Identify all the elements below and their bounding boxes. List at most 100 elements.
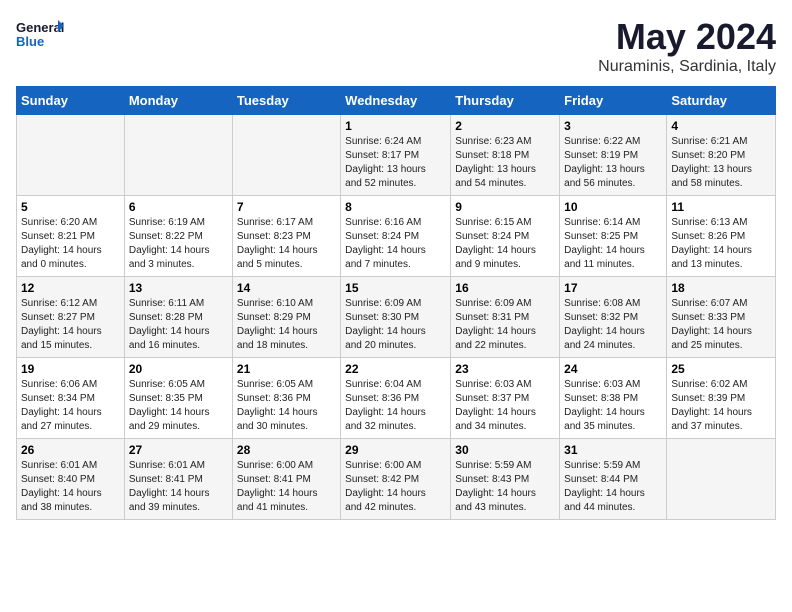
- calendar-cell: 20 Sunrise: 6:05 AMSunset: 8:35 PMDayligh…: [124, 358, 232, 439]
- day-info: Sunrise: 6:09 AMSunset: 8:30 PMDaylight:…: [345, 297, 446, 353]
- calendar-week-row: 26 Sunrise: 6:01 AMSunset: 8:40 PMDayligh…: [17, 439, 776, 520]
- day-info: Sunrise: 6:00 AMSunset: 8:42 PMDaylight:…: [345, 459, 446, 515]
- day-info: Sunrise: 6:10 AMSunset: 8:29 PMDaylight:…: [237, 297, 336, 353]
- day-info: Sunrise: 6:19 AMSunset: 8:22 PMDaylight:…: [129, 216, 228, 272]
- calendar-cell: 11 Sunrise: 6:13 AMSunset: 8:26 PMDayligh…: [667, 196, 776, 277]
- calendar-cell: 18 Sunrise: 6:07 AMSunset: 8:33 PMDayligh…: [667, 277, 776, 358]
- day-number: 14: [237, 281, 336, 295]
- day-number: 12: [21, 281, 120, 295]
- day-number: 15: [345, 281, 446, 295]
- weekday-header: Thursday: [451, 87, 560, 115]
- weekday-header: Friday: [560, 87, 667, 115]
- calendar-cell: 10 Sunrise: 6:14 AMSunset: 8:25 PMDayligh…: [560, 196, 667, 277]
- day-number: 25: [671, 362, 771, 376]
- day-number: 10: [564, 200, 662, 214]
- day-info: Sunrise: 6:21 AMSunset: 8:20 PMDaylight:…: [671, 135, 771, 191]
- day-info: Sunrise: 6:03 AMSunset: 8:37 PMDaylight:…: [455, 378, 555, 434]
- calendar-week-row: 19Sunrise: 6:06 AMSunset: 8:34 PMDayligh…: [17, 358, 776, 439]
- day-number: 3: [564, 119, 662, 133]
- calendar-cell: 26 Sunrise: 6:01 AMSunset: 8:40 PMDayligh…: [17, 439, 125, 520]
- calendar-cell: 8 Sunrise: 6:16 AMSunset: 8:24 PMDaylight…: [341, 196, 451, 277]
- calendar-cell: 4 Sunrise: 6:21 AMSunset: 8:20 PMDaylight…: [667, 115, 776, 196]
- day-info: Sunrise: 6:04 AMSunset: 8:36 PMDaylight:…: [345, 378, 446, 434]
- day-number: 22: [345, 362, 446, 376]
- day-number: 4: [671, 119, 771, 133]
- day-info: Sunrise: 6:03 AMSunset: 8:38 PMDaylight:…: [564, 378, 662, 434]
- calendar-cell: 3Sunrise: 6:22 AMSunset: 8:19 PMDaylight…: [560, 115, 667, 196]
- calendar-header-row: SundayMondayTuesdayWednesdayThursdayFrid…: [17, 87, 776, 115]
- calendar-cell: 22 Sunrise: 6:04 AMSunset: 8:36 PMDayligh…: [341, 358, 451, 439]
- calendar-week-row: 5 Sunrise: 6:20 AMSunset: 8:21 PMDaylight…: [17, 196, 776, 277]
- day-number: 28: [237, 443, 336, 457]
- calendar-cell: 16Sunrise: 6:09 AMSunset: 8:31 PMDayligh…: [451, 277, 560, 358]
- weekday-header: Monday: [124, 87, 232, 115]
- day-info: Sunrise: 6:24 AMSunset: 8:17 PMDaylight:…: [345, 135, 446, 191]
- day-number: 11: [671, 200, 771, 214]
- calendar-cell: 30 Sunrise: 5:59 AMSunset: 8:43 PMDayligh…: [451, 439, 560, 520]
- day-info: Sunrise: 6:02 AMSunset: 8:39 PMDaylight:…: [671, 378, 771, 434]
- calendar-cell: 5 Sunrise: 6:20 AMSunset: 8:21 PMDaylight…: [17, 196, 125, 277]
- weekday-header: Sunday: [17, 87, 125, 115]
- day-number: 2: [455, 119, 555, 133]
- day-info: Sunrise: 6:08 AMSunset: 8:32 PMDaylight:…: [564, 297, 662, 353]
- day-number: 20: [129, 362, 228, 376]
- day-info: Sunrise: 6:11 AMSunset: 8:28 PMDaylight:…: [129, 297, 228, 353]
- calendar-cell: [124, 115, 232, 196]
- day-number: 13: [129, 281, 228, 295]
- calendar-week-row: 12Sunrise: 6:12 AMSunset: 8:27 PMDayligh…: [17, 277, 776, 358]
- day-number: 26: [21, 443, 120, 457]
- day-number: 30: [455, 443, 555, 457]
- logo: General Blue: [16, 16, 66, 58]
- day-info: Sunrise: 6:14 AMSunset: 8:25 PMDaylight:…: [564, 216, 662, 272]
- day-info: Sunrise: 6:15 AMSunset: 8:24 PMDaylight:…: [455, 216, 555, 272]
- day-info: Sunrise: 6:20 AMSunset: 8:21 PMDaylight:…: [21, 216, 120, 272]
- day-info: Sunrise: 6:01 AMSunset: 8:40 PMDaylight:…: [21, 459, 120, 515]
- day-number: 1: [345, 119, 446, 133]
- calendar-week-row: 1 Sunrise: 6:24 AMSunset: 8:17 PMDaylight…: [17, 115, 776, 196]
- day-number: 16: [455, 281, 555, 295]
- day-number: 9: [455, 200, 555, 214]
- logo-icon: General Blue: [16, 16, 66, 58]
- day-number: 8: [345, 200, 446, 214]
- calendar-cell: 17Sunrise: 6:08 AMSunset: 8:32 PMDayligh…: [560, 277, 667, 358]
- day-number: 29: [345, 443, 446, 457]
- calendar-cell: 27Sunrise: 6:01 AMSunset: 8:41 PMDayligh…: [124, 439, 232, 520]
- day-info: Sunrise: 5:59 AMSunset: 8:43 PMDaylight:…: [455, 459, 555, 515]
- calendar-cell: 21 Sunrise: 6:05 AMSunset: 8:36 PMDayligh…: [232, 358, 340, 439]
- day-info: Sunrise: 5:59 AMSunset: 8:44 PMDaylight:…: [564, 459, 662, 515]
- calendar-cell: 12Sunrise: 6:12 AMSunset: 8:27 PMDayligh…: [17, 277, 125, 358]
- calendar-cell: 1 Sunrise: 6:24 AMSunset: 8:17 PMDaylight…: [341, 115, 451, 196]
- day-info: Sunrise: 6:23 AMSunset: 8:18 PMDaylight:…: [455, 135, 555, 191]
- day-number: 19: [21, 362, 120, 376]
- svg-text:General: General: [16, 20, 64, 35]
- day-number: 21: [237, 362, 336, 376]
- calendar-table: SundayMondayTuesdayWednesdayThursdayFrid…: [16, 86, 776, 520]
- day-number: 23: [455, 362, 555, 376]
- day-info: Sunrise: 6:07 AMSunset: 8:33 PMDaylight:…: [671, 297, 771, 353]
- svg-text:Blue: Blue: [16, 34, 44, 49]
- calendar-cell: 28 Sunrise: 6:00 AMSunset: 8:41 PMDayligh…: [232, 439, 340, 520]
- page-header: General Blue May 2024 Nuraminis, Sardini…: [16, 16, 776, 76]
- calendar-cell: 24Sunrise: 6:03 AMSunset: 8:38 PMDayligh…: [560, 358, 667, 439]
- day-number: 5: [21, 200, 120, 214]
- day-number: 27: [129, 443, 228, 457]
- calendar-cell: 15 Sunrise: 6:09 AMSunset: 8:30 PMDayligh…: [341, 277, 451, 358]
- day-info: Sunrise: 6:16 AMSunset: 8:24 PMDaylight:…: [345, 216, 446, 272]
- weekday-header: Tuesday: [232, 87, 340, 115]
- calendar-cell: 6 Sunrise: 6:19 AMSunset: 8:22 PMDaylight…: [124, 196, 232, 277]
- day-number: 31: [564, 443, 662, 457]
- calendar-cell: 13 Sunrise: 6:11 AMSunset: 8:28 PMDayligh…: [124, 277, 232, 358]
- day-number: 18: [671, 281, 771, 295]
- day-info: Sunrise: 6:05 AMSunset: 8:35 PMDaylight:…: [129, 378, 228, 434]
- calendar-cell: 23 Sunrise: 6:03 AMSunset: 8:37 PMDayligh…: [451, 358, 560, 439]
- day-info: Sunrise: 6:13 AMSunset: 8:26 PMDaylight:…: [671, 216, 771, 272]
- calendar-cell: 14 Sunrise: 6:10 AMSunset: 8:29 PMDayligh…: [232, 277, 340, 358]
- weekday-header: Saturday: [667, 87, 776, 115]
- calendar-cell: [232, 115, 340, 196]
- day-info: Sunrise: 6:00 AMSunset: 8:41 PMDaylight:…: [237, 459, 336, 515]
- day-info: Sunrise: 6:05 AMSunset: 8:36 PMDaylight:…: [237, 378, 336, 434]
- day-number: 6: [129, 200, 228, 214]
- calendar-cell: 31 Sunrise: 5:59 AMSunset: 8:44 PMDayligh…: [560, 439, 667, 520]
- calendar-cell: [667, 439, 776, 520]
- day-number: 7: [237, 200, 336, 214]
